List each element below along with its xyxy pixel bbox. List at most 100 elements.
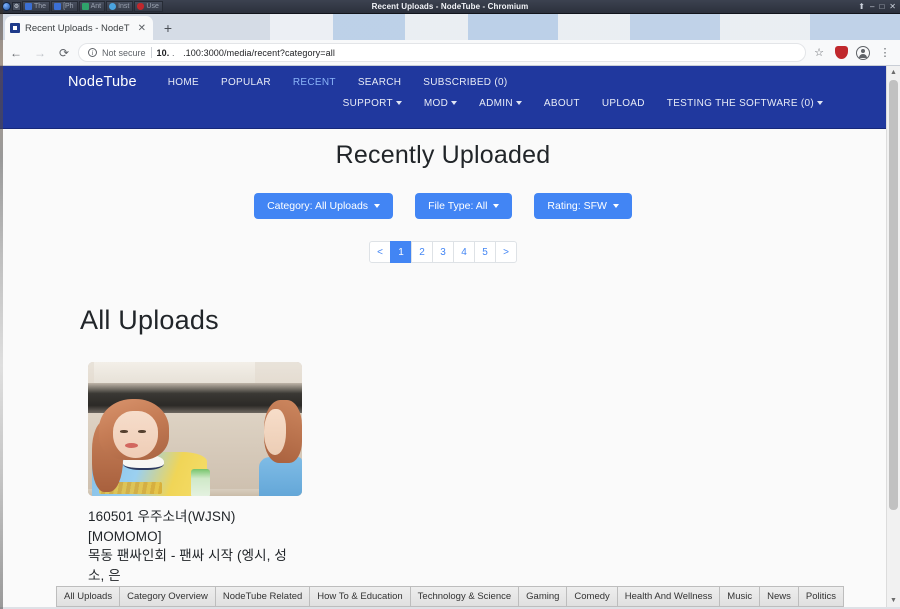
scrollbar-thumb[interactable] — [889, 80, 898, 510]
reload-icon[interactable]: ⟳ — [54, 43, 74, 63]
nodetube-favicon-icon — [10, 23, 20, 33]
window-manager-titlebar: ⚙ The [Ph Ant Inst Use Recent Uploads - … — [0, 0, 900, 14]
nav-link-admin[interactable]: ADMIN — [468, 98, 533, 109]
pagination-prev[interactable]: < — [369, 241, 391, 263]
filter-rating-label: Rating: SFW — [547, 200, 607, 212]
filter-filetype-dropdown[interactable]: File Type: All — [415, 193, 513, 219]
window-shade-button[interactable]: ⬆ — [858, 2, 865, 11]
category-nodetube-related[interactable]: NodeTube Related — [214, 586, 311, 607]
nav-link-subscribed[interactable]: SUBSCRIBED (0) — [412, 77, 518, 88]
window-controls: ⬆ – □ ✕ — [858, 2, 900, 11]
upload-grid: 160501 우주소녀(WJSN) [MOMOMO] 목동 팬싸인회 - 팬싸 … — [0, 336, 886, 607]
upload-title-line-1: 160501 우주소녀(WJSN) [MOMOMO] — [88, 509, 236, 544]
forward-icon[interactable]: → — [30, 43, 50, 63]
nav-link-home[interactable]: HOME — [157, 77, 210, 88]
site-info-icon[interactable]: i — [88, 48, 97, 57]
category-how-to-education[interactable]: How To & Education — [309, 586, 411, 607]
category-comedy[interactable]: Comedy — [566, 586, 618, 607]
url-path: .100:3000/media/recent?category=all — [183, 47, 335, 58]
chromium-window: Recent Uploads - NodeT ✕ + ← → ⟳ i Not s… — [0, 14, 900, 609]
thumbnail-eye-left — [119, 429, 129, 433]
nav-link-support[interactable]: SUPPORT — [332, 98, 413, 109]
upload-title[interactable]: 160501 우주소녀(WJSN) [MOMOMO] 목동 팬싸인회 - 팬싸 … — [88, 496, 302, 585]
chevron-down-icon — [612, 204, 619, 209]
thumbnail-person-right-body — [259, 457, 302, 496]
navbar-secondary-row: SUPPORT MOD ADMIN ABOUT UPLOAD TESTING T… — [0, 90, 886, 109]
window-title: Recent Uploads - NodeTube - Chromium — [371, 2, 529, 11]
thumbnail-screen — [94, 362, 255, 385]
chevron-down-icon — [374, 204, 381, 209]
site-navbar: NodeTube HOME POPULAR RECENT SEARCH SUBS… — [0, 66, 886, 129]
browser-tab-title: Recent Uploads - NodeT — [25, 22, 130, 34]
scroll-down-icon[interactable]: ▼ — [887, 594, 900, 607]
nav-link-support-label: SUPPORT — [342, 98, 393, 109]
chevron-down-icon — [395, 101, 402, 106]
back-icon[interactable]: ← — [6, 43, 26, 63]
site-brand[interactable]: NodeTube — [68, 74, 137, 90]
browser-menu-icon[interactable]: ⋮ — [876, 44, 894, 62]
category-health-and-wellness[interactable]: Health And Wellness — [616, 586, 721, 607]
filter-button-row: Category: All Uploads File Type: All Rat… — [0, 193, 886, 219]
filter-category-dropdown[interactable]: Category: All Uploads — [254, 193, 394, 219]
nav-link-mod[interactable]: MOD — [413, 98, 468, 109]
nav-link-popular[interactable]: POPULAR — [210, 77, 282, 88]
category-gaming[interactable]: Gaming — [518, 586, 568, 607]
page-viewport: NodeTube HOME POPULAR RECENT SEARCH SUBS… — [0, 66, 900, 607]
new-tab-button[interactable]: + — [157, 17, 179, 39]
nav-link-account[interactable]: TESTING THE SOFTWARE (0) — [656, 98, 834, 109]
upload-card[interactable]: 160501 우주소녀(WJSN) [MOMOMO] 목동 팬싸인회 - 팬싸 … — [88, 362, 302, 607]
nav-link-upload[interactable]: UPLOAD — [591, 98, 656, 109]
thumbnail-person-right-face — [263, 409, 286, 456]
filter-category-label: Category: All Uploads — [267, 200, 369, 212]
chevron-down-icon — [451, 101, 458, 106]
pagination-next[interactable]: > — [495, 241, 517, 263]
nav-link-about[interactable]: ABOUT — [533, 98, 591, 109]
url-text: 10. . .100:3000/media/recent?category=al… — [157, 48, 335, 58]
vertical-scrollbar[interactable]: ▲ ▼ — [886, 66, 900, 607]
pagination-list: < 1 2 3 4 5 > — [369, 241, 517, 263]
nav-link-account-label: TESTING THE SOFTWARE (0) — [666, 98, 814, 109]
category-bar: All Uploads Category Overview NodeTube R… — [0, 586, 900, 607]
pagination-page-4[interactable]: 4 — [453, 241, 475, 263]
close-icon[interactable]: ✕ — [136, 23, 148, 34]
bookmark-star-icon[interactable]: ☆ — [810, 44, 828, 62]
category-technology-science[interactable]: Technology & Science — [409, 586, 520, 607]
pagination-page-3[interactable]: 3 — [432, 241, 454, 263]
category-politics[interactable]: Politics — [797, 586, 844, 607]
thumbnail-eye-right — [137, 429, 147, 433]
pagination-page-2[interactable]: 2 — [411, 241, 433, 263]
page-content: NodeTube HOME POPULAR RECENT SEARCH SUBS… — [0, 66, 886, 607]
filter-rating-dropdown[interactable]: Rating: SFW — [534, 193, 632, 219]
extension-shield-icon[interactable] — [832, 44, 850, 62]
window-maximize-button[interactable]: □ — [879, 2, 884, 11]
browser-tab-active[interactable]: Recent Uploads - NodeT ✕ — [5, 16, 153, 40]
filter-filetype-label: File Type: All — [428, 200, 488, 212]
window-close-button[interactable]: ✕ — [889, 2, 896, 11]
thumbnail-person-right — [259, 399, 302, 496]
category-all-uploads[interactable]: All Uploads — [56, 586, 121, 607]
category-category-overview[interactable]: Category Overview — [119, 586, 216, 607]
category-bar-inner: All Uploads Category Overview NodeTube R… — [56, 586, 844, 607]
window-minimize-button[interactable]: – — [870, 2, 874, 11]
section-title: All Uploads — [80, 305, 219, 335]
thumbnail-person-left-face — [112, 410, 159, 459]
wjsn-momomo-thumbnail-image[interactable] — [88, 362, 302, 496]
address-bar[interactable]: i Not secure 10. . .100:3000/media/recen… — [78, 43, 806, 62]
navbar-primary-row: NodeTube HOME POPULAR RECENT SEARCH SUBS… — [0, 66, 886, 90]
chevron-down-icon — [493, 204, 500, 209]
pagination-page-5[interactable]: 5 — [474, 241, 496, 263]
scroll-up-icon[interactable]: ▲ — [887, 66, 900, 79]
category-music[interactable]: Music — [719, 586, 761, 607]
url-redacted-segment: . — [171, 47, 181, 58]
main-content: Recently Uploaded Category: All Uploads … — [0, 129, 886, 607]
pagination: < 1 2 3 4 5 > — [0, 241, 886, 263]
shield-glyph — [834, 46, 848, 59]
nav-link-search[interactable]: SEARCH — [347, 77, 412, 88]
chevron-down-icon — [817, 101, 823, 106]
pagination-page-1[interactable]: 1 — [390, 241, 412, 263]
security-status-label: Not secure — [102, 47, 146, 58]
profile-avatar-icon[interactable] — [854, 44, 872, 62]
tab-strip: Recent Uploads - NodeT ✕ + — [0, 14, 900, 40]
category-news[interactable]: News — [759, 586, 799, 607]
nav-link-recent[interactable]: RECENT — [282, 77, 347, 88]
